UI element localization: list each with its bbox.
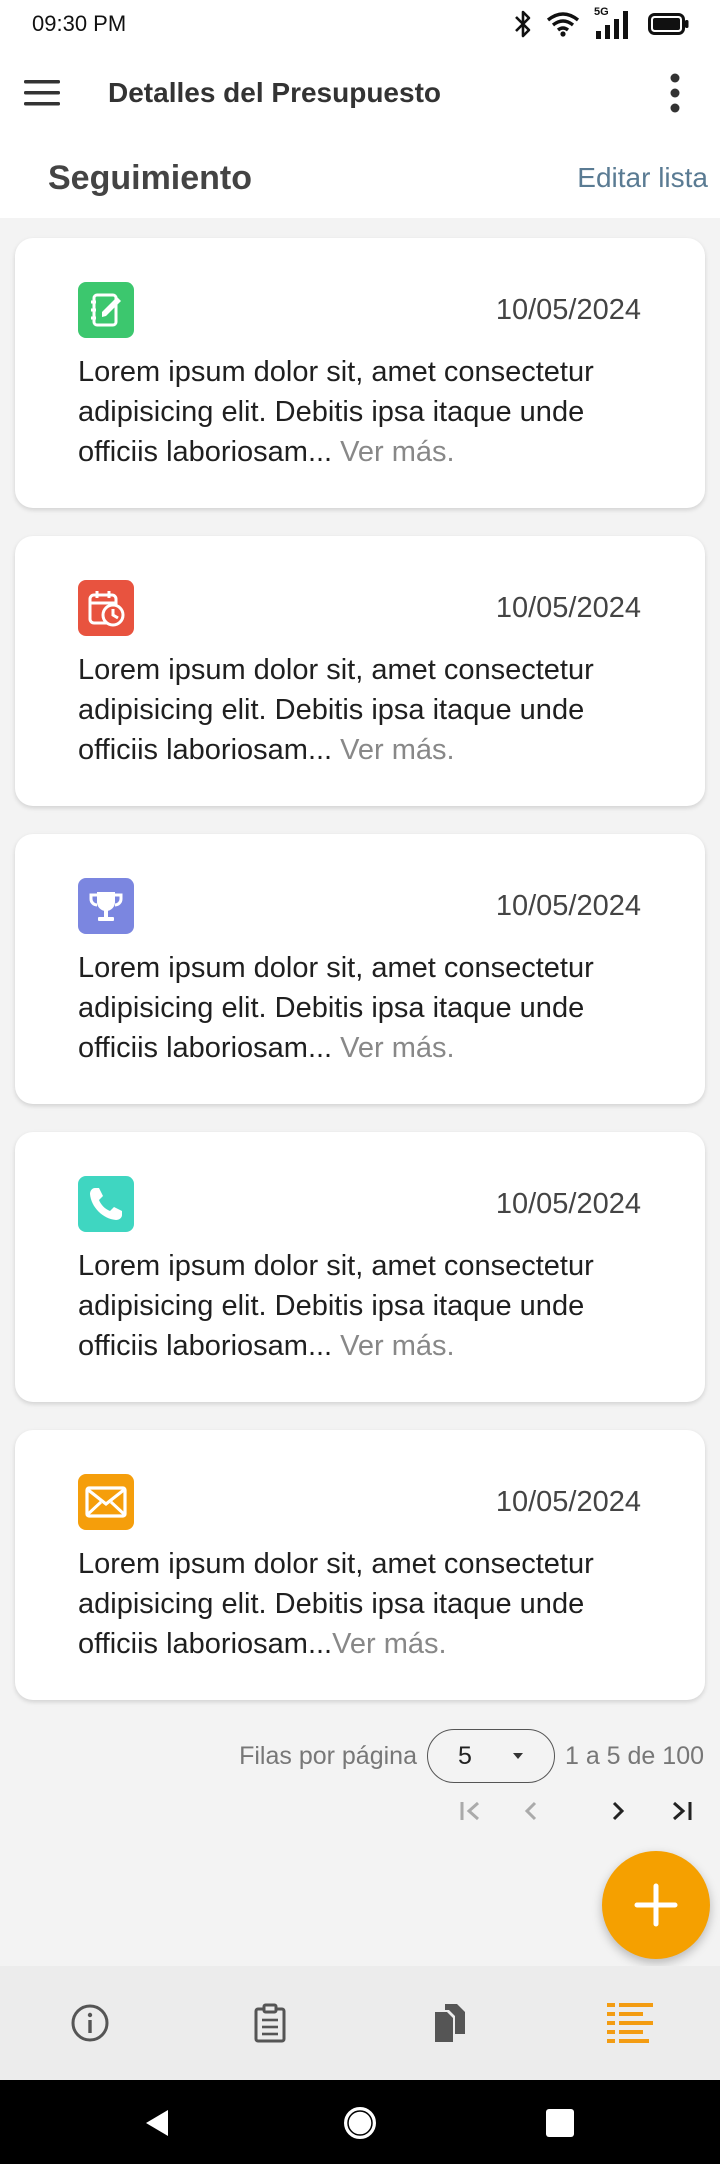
add-button[interactable] xyxy=(602,1851,710,1959)
card-date: 10/05/2024 xyxy=(495,592,641,624)
clipboard-icon xyxy=(254,2003,286,2043)
card-description: Lorem ipsum dolor sit, amet consectetur … xyxy=(78,1246,668,1366)
rows-per-page-select[interactable]: 5 xyxy=(426,1729,555,1783)
app-bar: Detalles del Presupuesto xyxy=(0,48,720,138)
back-icon xyxy=(146,2110,168,2136)
next-page-button[interactable] xyxy=(593,1786,643,1836)
notebook-edit-icon xyxy=(78,282,134,338)
pagination-nav xyxy=(0,1786,720,1836)
more-options-button[interactable] xyxy=(630,48,720,138)
recents-icon xyxy=(546,2109,574,2137)
pagination: Filas por página 5 1 a 5 de 100 xyxy=(0,1728,720,1784)
section-header: Seguimiento Editar lista xyxy=(0,138,720,218)
list-icon xyxy=(607,2003,653,2043)
tracking-card[interactable]: 10/05/2024 Lorem ipsum dolor sit, amet c… xyxy=(15,1132,705,1402)
page-title: Detalles del Presupuesto xyxy=(108,77,442,108)
status-time: 09:30 PM xyxy=(32,11,127,36)
chevron-left-icon xyxy=(524,1801,537,1821)
back-button[interactable] xyxy=(133,2098,183,2148)
nav-item-tracking[interactable] xyxy=(540,1966,720,2080)
nav-item-info[interactable] xyxy=(0,1966,180,2080)
card-date: 10/05/2024 xyxy=(495,890,641,922)
rows-per-page-value: 5 xyxy=(457,1741,472,1770)
home-icon xyxy=(344,2107,376,2139)
see-more-link[interactable]: Ver más. xyxy=(332,1628,446,1660)
calendar-clock-icon xyxy=(78,580,134,636)
card-description: Lorem ipsum dolor sit, amet consectetur … xyxy=(78,1544,668,1664)
card-description: Lorem ipsum dolor sit, amet consectetur … xyxy=(78,650,668,770)
first-page-icon xyxy=(460,1801,479,1821)
card-description: Lorem ipsum dolor sit, amet consectetur … xyxy=(78,948,668,1068)
copy-icon xyxy=(435,2004,465,2042)
status-icons: 5G xyxy=(514,6,690,39)
tracking-card[interactable]: 10/05/2024 Lorem ipsum dolor sit, amet c… xyxy=(15,536,705,806)
card-description: Lorem ipsum dolor sit, amet consectetur … xyxy=(78,352,668,472)
card-date: 10/05/2024 xyxy=(495,1486,641,1518)
caret-down-icon xyxy=(512,1753,523,1759)
more-vert-icon xyxy=(670,73,680,113)
last-page-button[interactable] xyxy=(656,1786,706,1836)
last-page-icon xyxy=(673,1801,692,1821)
plus-icon xyxy=(634,1883,678,1927)
trophy-icon xyxy=(78,878,134,934)
section-title: Seguimiento xyxy=(48,158,253,197)
mail-icon xyxy=(78,1474,134,1530)
card-date: 10/05/2024 xyxy=(495,1188,641,1220)
nav-item-documents[interactable] xyxy=(360,1966,540,2080)
previous-page-button[interactable] xyxy=(506,1786,556,1836)
menu-button[interactable] xyxy=(0,48,84,138)
rows-per-page-label: Filas por página xyxy=(239,1741,417,1770)
info-icon xyxy=(71,2004,109,2042)
tracking-card[interactable]: 10/05/2024 Lorem ipsum dolor sit, amet c… xyxy=(15,1430,705,1700)
nav-item-clipboard[interactable] xyxy=(180,1966,360,2080)
tracking-card[interactable]: 10/05/2024 Lorem ipsum dolor sit, amet c… xyxy=(15,834,705,1104)
status-bar: 09:30 PM 5G xyxy=(0,0,720,48)
wifi-icon xyxy=(546,11,580,37)
first-page-button[interactable] xyxy=(446,1786,496,1836)
bottom-navigation xyxy=(0,1966,720,2080)
page-range-label: 1 a 5 de 100 xyxy=(564,1741,704,1770)
phone-icon xyxy=(78,1176,134,1232)
hamburger-icon xyxy=(24,80,60,106)
see-more-link[interactable]: Ver más. xyxy=(332,436,454,468)
tracking-card[interactable]: 10/05/2024 Lorem ipsum dolor sit, amet c… xyxy=(15,238,705,508)
see-more-link[interactable]: Ver más. xyxy=(332,1032,454,1064)
card-date: 10/05/2024 xyxy=(495,294,641,326)
battery-icon xyxy=(648,13,690,35)
system-navigation-bar xyxy=(0,2080,720,2164)
recents-button[interactable] xyxy=(535,2098,585,2148)
edit-list-link[interactable]: Editar lista xyxy=(577,162,708,194)
chevron-right-icon xyxy=(612,1801,625,1821)
see-more-link[interactable]: Ver más. xyxy=(332,734,454,766)
home-button[interactable] xyxy=(335,2098,385,2148)
bluetooth-icon xyxy=(514,10,532,38)
signal-icon: 5G xyxy=(594,6,634,39)
see-more-link[interactable]: Ver más. xyxy=(332,1330,454,1362)
